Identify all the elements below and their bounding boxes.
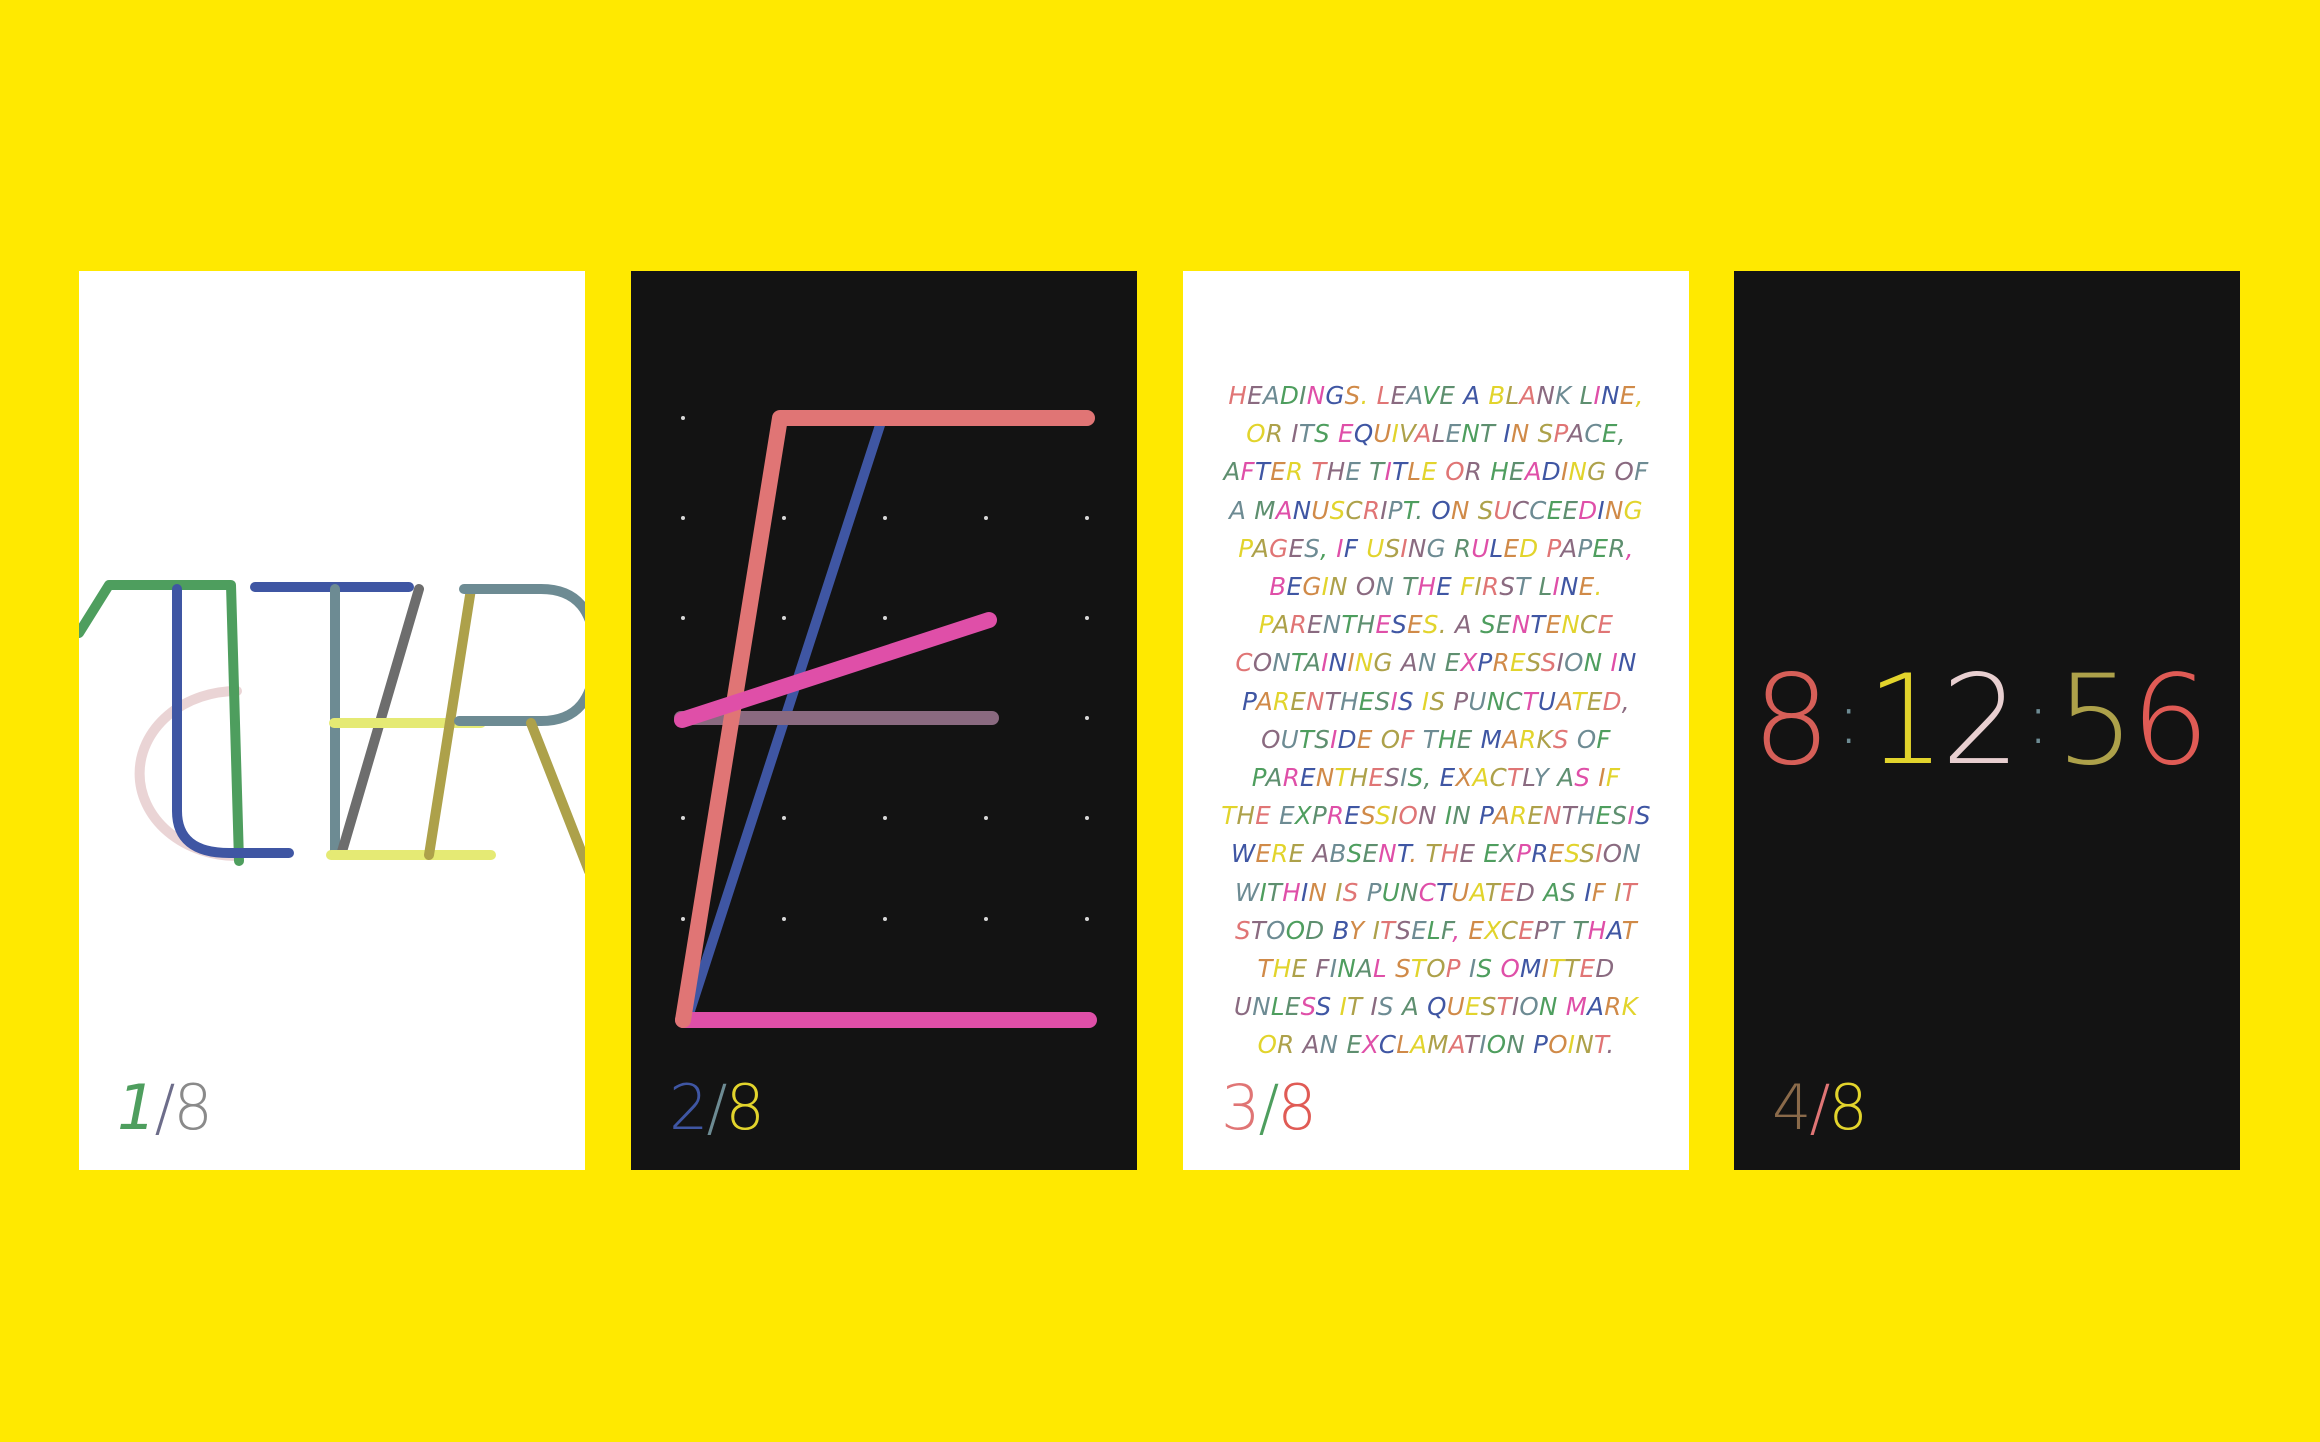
text-line: PAGES, IF USING RULED PAPER, <box>1238 533 1634 563</box>
letter-e-construction-illustration-icon <box>674 410 1097 1028</box>
card-1: 1/8 <box>79 271 585 1170</box>
page-indicator: 4/8 <box>1772 1071 1868 1144</box>
grid-dot <box>984 516 988 520</box>
text-line: PARENTHESES. A SENTENCE <box>1258 610 1614 640</box>
text-line: WERE ABSENT. THE EXPRESSION <box>1230 839 1642 869</box>
text-line: THE EXPRESSION IN PARENTHESIS <box>1221 801 1651 831</box>
page-indicator: 1/8 <box>117 1071 213 1144</box>
text-line: AFTER THE TITLE OR HEADING OF <box>1223 457 1649 487</box>
clock-seconds-tens: 5 <box>2055 649 2135 793</box>
pager-separator: / <box>1809 1071 1830 1144</box>
clock-separator: : <box>1836 678 1861 760</box>
card-2: 2/8 <box>631 271 1137 1170</box>
grid-dot <box>782 816 786 820</box>
pager-current: 2 <box>669 1071 708 1144</box>
grid-dot <box>681 516 685 520</box>
grid-dot <box>782 516 786 520</box>
text-line: A MANUSCRIPT. ON SUCCEEDING <box>1229 495 1643 525</box>
grid-dot <box>1085 917 1089 921</box>
text-line: OUTSIDE OF THE MARKS OF <box>1261 724 1611 754</box>
grid-dot <box>681 816 685 820</box>
grid-dot <box>681 616 685 620</box>
pager-total: 8 <box>1277 1071 1316 1144</box>
clock-minutes-tens: 1 <box>1866 649 1946 793</box>
text-line: OR AN EXCLAMATION POINT. <box>1257 1030 1615 1060</box>
grid-dot <box>984 917 988 921</box>
text-line: WITHIN IS PUNCTUATED AS IF IT <box>1234 877 1638 907</box>
pager-total: 8 <box>1828 1071 1867 1144</box>
pager-total: 8 <box>173 1071 212 1144</box>
grid-dot <box>1085 516 1089 520</box>
card-4: 8:12:56 12 56 4/8 <box>1734 271 2240 1170</box>
grid-dot <box>782 917 786 921</box>
text-line: PARENTHESIS, EXACTLY AS IF <box>1251 763 1621 793</box>
pager-separator: / <box>154 1071 175 1144</box>
grid-dot <box>883 516 887 520</box>
clock-hours: 8 <box>1752 649 1831 793</box>
grid-dot <box>681 917 685 921</box>
pager-current: 3 <box>1221 1071 1260 1144</box>
grid-dot <box>883 616 887 620</box>
pager-separator: / <box>706 1071 727 1144</box>
grid-dot <box>782 616 786 620</box>
grid-dot <box>883 816 887 820</box>
grid-dot <box>883 917 887 921</box>
clock-minutes-ones: 2 <box>1941 649 2020 793</box>
clock-display: 8:12:56 12 56 <box>1752 654 2232 786</box>
text-passage: HEADINGS. LEAVE A BLANK LINE, OR ITS EQUI… <box>1197 377 1675 1065</box>
pager-current: 4 <box>1772 1071 1811 1144</box>
text-line: UNLESS IT IS A QUESTION MARK <box>1234 992 1638 1022</box>
clock-separator-2: : <box>2026 678 2050 760</box>
page-indicator: 3/8 <box>1221 1071 1317 1144</box>
grid-dot <box>1085 816 1089 820</box>
text-line: HEADINGS. LEAVE A BLANK LINE, <box>1228 381 1644 410</box>
letter-glyphs-illustration-icon <box>79 580 585 874</box>
text-line: OR ITS EQUIVALENT IN SPACE, <box>1246 419 1626 449</box>
text-line: BEGIN ON THE FIRST LINE. <box>1269 572 1603 602</box>
grid-dot <box>1085 616 1089 620</box>
grid-dot <box>984 816 988 820</box>
text-line: STOOD BY ITSELF, EXCEPT THAT <box>1234 915 1638 945</box>
page-indicator: 2/8 <box>669 1071 765 1144</box>
pager-current: 1 <box>117 1071 156 1144</box>
text-line: PARENTHESIS IS PUNCTUATED, <box>1242 686 1630 716</box>
grid-dot <box>1085 716 1089 720</box>
clock-seconds-ones: 6 <box>2130 649 2210 793</box>
grid-dot <box>681 416 685 420</box>
card-3: HEADINGS. LEAVE A BLANK LINE, OR ITS EQUI… <box>1183 271 1689 1170</box>
pager-total: 8 <box>725 1071 764 1144</box>
text-line: CONTAINING AN EXPRESSION IN <box>1235 648 1637 678</box>
pager-separator: / <box>1258 1071 1279 1144</box>
text-line: THE FINAL STOP IS OMITTED <box>1257 954 1615 984</box>
